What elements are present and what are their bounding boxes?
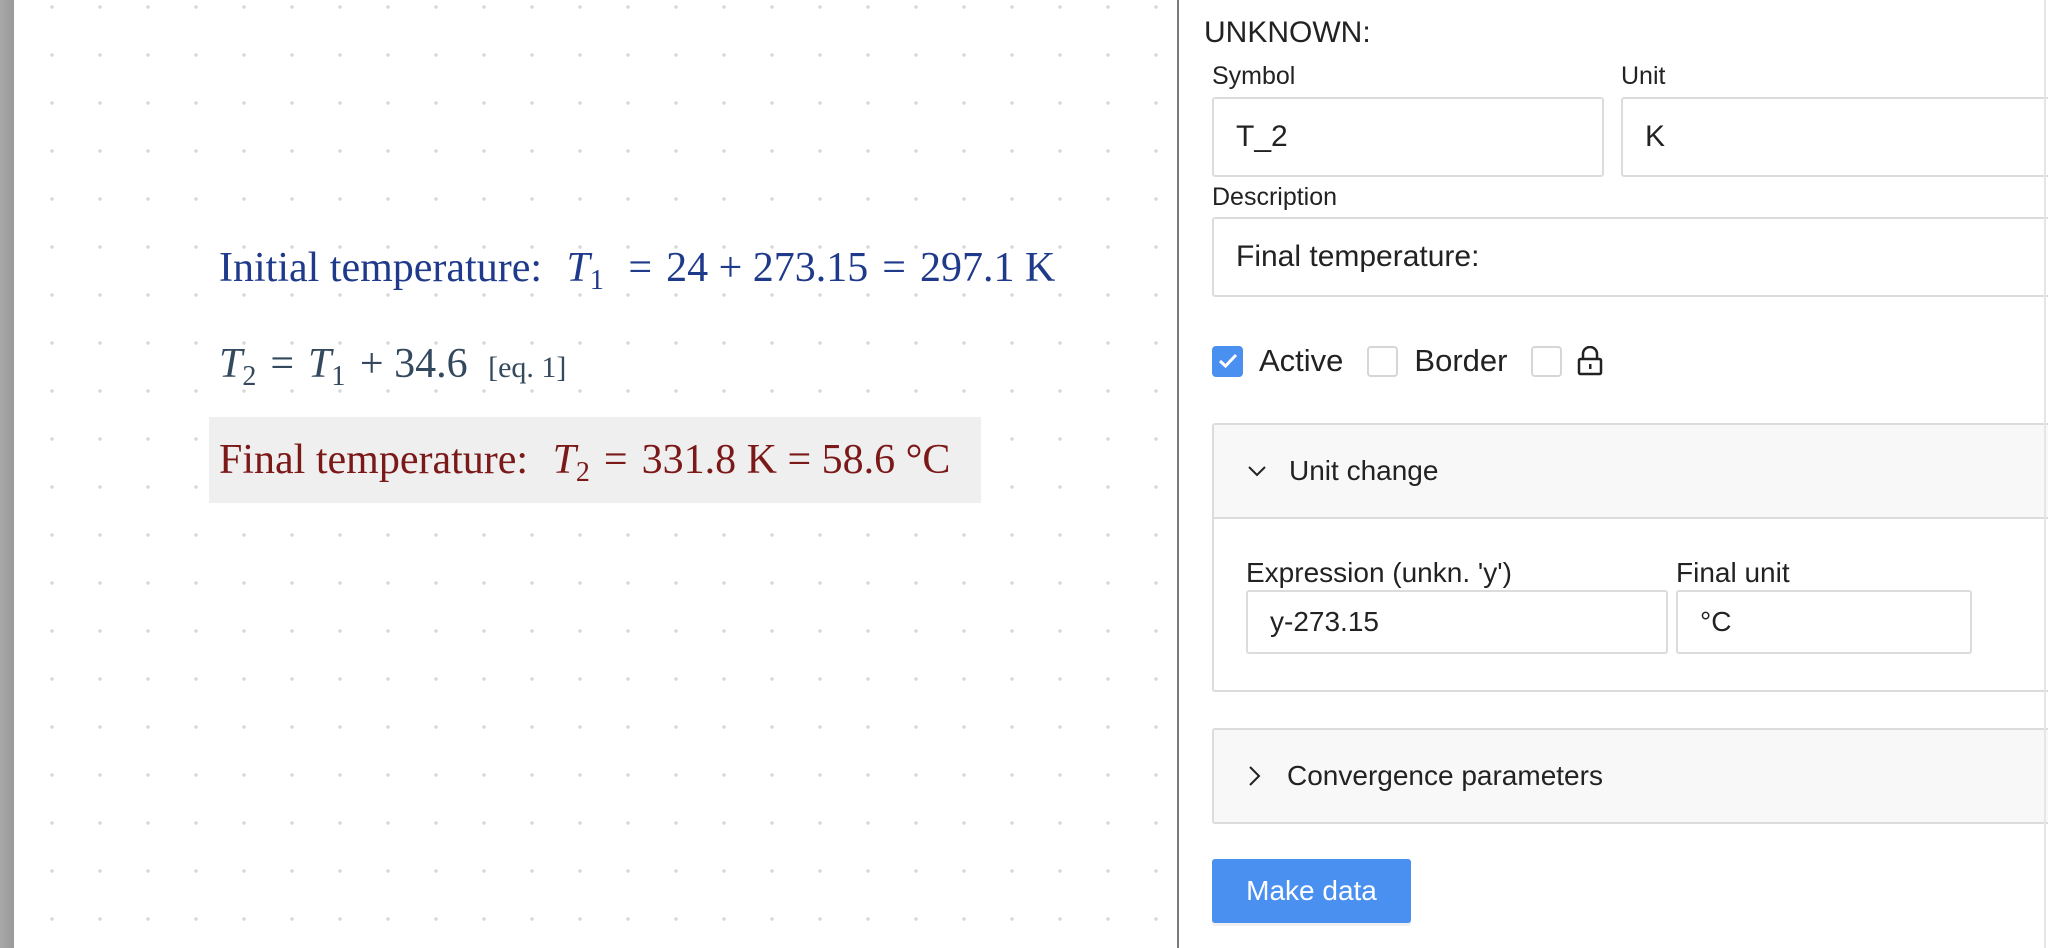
result: 331.8 K xyxy=(641,437,777,483)
rhs-subscript: 1 xyxy=(331,361,346,392)
subscript: 1 xyxy=(589,265,604,296)
check-icon xyxy=(1218,353,1237,369)
unknown-properties-panel: UNKNOWN: Symbol Unit T_2 K Description F… xyxy=(1179,0,2048,948)
equals: = xyxy=(882,245,906,291)
expression-label: Expression (unkn. 'y') xyxy=(1246,557,1512,588)
result: 297.1 K xyxy=(919,245,1056,291)
rhs-rest: + 34.6 xyxy=(359,341,468,387)
active-label: Active xyxy=(1259,343,1344,378)
unit-change-body: Expression (unkn. 'y') Final unit y-273.… xyxy=(1214,519,2048,690)
unit-label: Unit xyxy=(1621,62,1666,90)
final-unit-input[interactable]: °C xyxy=(1676,590,1972,654)
convergence-section: Convergence parameters xyxy=(1212,728,2048,824)
equation-ref: [eq. 1] xyxy=(488,351,567,384)
symbol: T xyxy=(552,437,576,483)
symbol: T xyxy=(566,245,590,291)
unit-change-title: Unit change xyxy=(1289,455,1439,486)
final-unit-label: Final unit xyxy=(1676,557,1790,588)
window-edge xyxy=(0,0,14,948)
expression: 24 + 273.15 xyxy=(666,245,869,291)
equation-final-temperature[interactable]: Final temperature: T2 = 331.8 K = 58.6 °C xyxy=(219,436,950,489)
symbol-label: Symbol xyxy=(1212,62,1296,90)
expression-input[interactable]: y-273.15 xyxy=(1246,590,1668,654)
chevron-right-icon xyxy=(1249,766,1261,786)
convergence-header[interactable]: Convergence parameters xyxy=(1214,730,2048,822)
lock-checkbox[interactable] xyxy=(1531,345,1563,377)
symbol-input[interactable]: T_2 xyxy=(1212,97,1604,177)
chevron-down-icon xyxy=(1248,466,1266,477)
equation-label: Final temperature: xyxy=(219,437,529,483)
unit-change-section: Unit change Expression (unkn. 'y') Final… xyxy=(1212,423,2048,692)
active-checkbox[interactable] xyxy=(1212,345,1243,377)
unit-input[interactable]: K xyxy=(1621,97,2048,177)
description-input[interactable]: Final temperature: xyxy=(1212,217,2048,297)
options-row: Active Border xyxy=(1212,343,1603,379)
border-label: Border xyxy=(1414,343,1508,378)
scrollbar[interactable] xyxy=(2044,0,2046,948)
subscript: 2 xyxy=(242,361,257,392)
equals: = xyxy=(628,245,653,291)
equals: = xyxy=(270,341,295,387)
description-label: Description xyxy=(1212,183,1338,211)
equation-1[interactable]: T2 = T1 + 34.6 [eq. 1] xyxy=(219,340,566,393)
border-checkbox[interactable] xyxy=(1367,345,1399,377)
convergence-title: Convergence parameters xyxy=(1287,760,1603,791)
equation-label: Initial temperature: xyxy=(219,245,543,291)
lock-icon xyxy=(1578,346,1603,376)
equation-initial-temperature[interactable]: Initial temperature: T1 = 24 + 273.15 = 297… xyxy=(219,244,1055,297)
subscript: 2 xyxy=(575,457,590,488)
symbol: T xyxy=(219,341,243,387)
make-data-button[interactable]: Make data xyxy=(1212,859,1411,923)
equals: = xyxy=(603,437,628,483)
rhs-symbol: T xyxy=(308,341,332,387)
unit-change-header[interactable]: Unit change xyxy=(1214,425,2048,519)
panel-heading: UNKNOWN: xyxy=(1204,16,1371,49)
converted-result: = 58.6 °C xyxy=(787,437,951,483)
